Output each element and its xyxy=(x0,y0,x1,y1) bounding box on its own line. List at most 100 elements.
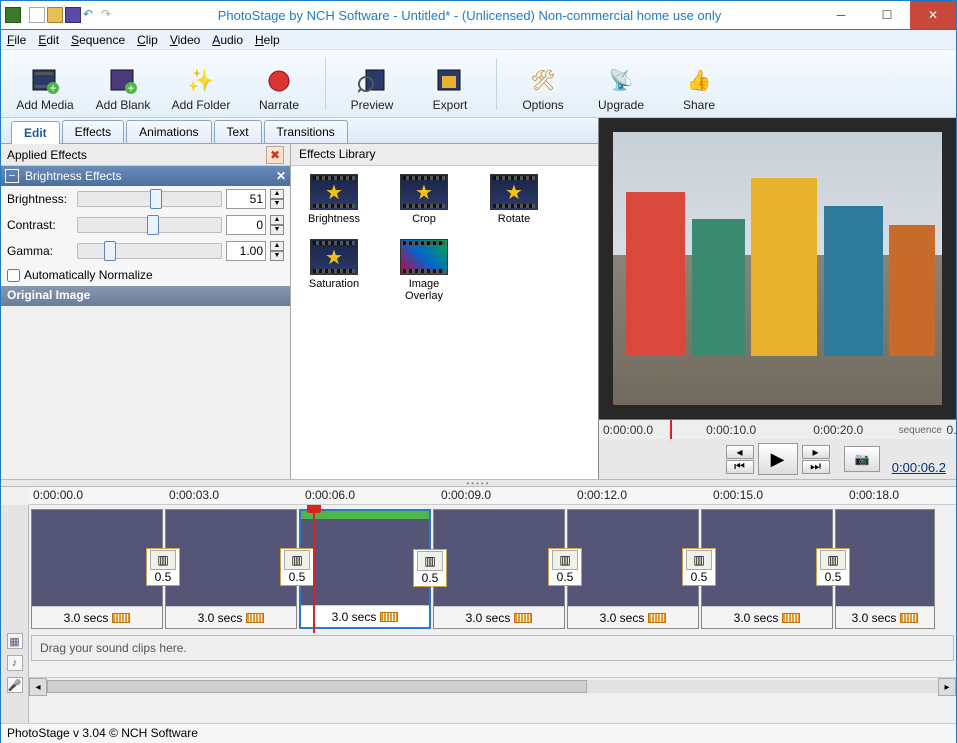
timeline-clip[interactable]: 3.0 secs▥0.5 xyxy=(165,509,297,629)
timeline-clip[interactable]: 3.0 secs▥0.5 xyxy=(433,509,565,629)
options-button[interactable]: 🛠Options xyxy=(507,56,579,112)
timeline-clip-selected[interactable]: 3.0 secs▥0.5 xyxy=(299,509,431,629)
menu-file[interactable]: File xyxy=(7,33,26,47)
transition-badge[interactable]: ▥0.5 xyxy=(280,548,314,586)
clip-duration: 3.0 secs xyxy=(734,611,779,625)
original-image-header[interactable]: Original Image xyxy=(1,286,290,306)
snapshot-button[interactable]: 📷 xyxy=(844,446,880,472)
audio-track[interactable]: Drag your sound clips here. xyxy=(31,635,954,661)
add-media-button[interactable]: +Add Media xyxy=(9,56,81,112)
splitter-handle[interactable]: ••••• xyxy=(1,479,956,487)
undo-icon[interactable]: ↶ xyxy=(83,7,99,23)
timeline-ruler[interactable]: 0:00:00.0 0:00:03.0 0:00:06.0 0:00:09.0 … xyxy=(29,487,956,505)
gamma-value[interactable]: 1.00 xyxy=(226,241,266,261)
tab-effects[interactable]: Effects xyxy=(62,120,124,143)
transition-badge[interactable]: ▥0.5 xyxy=(413,549,447,587)
narrate-button[interactable]: Narrate xyxy=(243,56,315,112)
panel-tabs: Edit Effects Animations Text Transitions xyxy=(1,118,598,144)
tab-animations[interactable]: Animations xyxy=(126,120,211,143)
open-icon[interactable] xyxy=(47,7,63,23)
timeline-clip[interactable]: 3.0 secs▥0.5 xyxy=(31,509,163,629)
auto-normalize-checkbox[interactable] xyxy=(7,269,20,282)
preview-video[interactable] xyxy=(613,132,942,405)
save-icon[interactable] xyxy=(65,7,81,23)
close-button[interactable]: ✕ xyxy=(910,1,956,29)
brightness-row: Brightness: 51 ▲▼ xyxy=(1,186,290,212)
redo-icon[interactable]: ↷ xyxy=(101,7,117,23)
menu-audio[interactable]: Audio xyxy=(212,33,243,47)
gamma-label: Gamma: xyxy=(7,244,73,258)
prev-frame-button[interactable]: ◂ xyxy=(726,445,754,459)
scroll-right-button[interactable]: ▸ xyxy=(938,678,956,696)
export-button[interactable]: Export xyxy=(414,56,486,112)
collapse-icon[interactable]: − xyxy=(5,169,19,183)
video-track-icon[interactable]: ▦ xyxy=(7,633,23,649)
transition-badge[interactable]: ▥0.5 xyxy=(548,548,582,586)
effect-crop[interactable]: ★Crop xyxy=(389,174,459,225)
transition-icon: ▥ xyxy=(552,550,578,570)
next-frame-button[interactable]: ▸ xyxy=(802,445,830,459)
last-frame-button[interactable]: ⏭ xyxy=(802,460,830,474)
gamma-slider[interactable] xyxy=(77,243,222,259)
status-text: PhotoStage v 3.04 © NCH Software xyxy=(7,726,198,740)
minimize-button[interactable]: ─ xyxy=(818,1,864,29)
menu-edit[interactable]: Edit xyxy=(38,33,59,47)
transition-badge[interactable]: ▥0.5 xyxy=(146,548,180,586)
tab-transitions[interactable]: Transitions xyxy=(264,120,348,143)
timeline-clip[interactable]: 3.0 secs▥0.5 xyxy=(701,509,833,629)
contrast-value[interactable]: 0 xyxy=(226,215,266,235)
timeline-clip[interactable]: 3.0 secs xyxy=(835,509,935,629)
clip-thumbnail xyxy=(301,511,429,605)
brightness-value[interactable]: 51 xyxy=(226,189,266,209)
tl-tick: 0:00:06.0 xyxy=(305,488,355,502)
tab-text[interactable]: Text xyxy=(214,120,262,143)
tab-edit[interactable]: Edit xyxy=(11,121,60,144)
transition-duration: 0.5 xyxy=(825,570,842,584)
maximize-button[interactable]: ☐ xyxy=(864,1,910,29)
first-frame-button[interactable]: ⏮ xyxy=(726,460,754,474)
audio-track-icon[interactable]: ♪ xyxy=(7,655,23,671)
effect-brightness[interactable]: ★Brightness xyxy=(299,174,369,225)
clip-thumbnail xyxy=(434,510,564,606)
remove-effect-button[interactable]: ✖ xyxy=(266,146,284,164)
share-button[interactable]: 👍Share xyxy=(663,56,735,112)
scroll-thumb[interactable] xyxy=(47,680,587,693)
menu-video[interactable]: Video xyxy=(170,33,200,47)
timeline-playhead[interactable] xyxy=(313,505,315,633)
brightness-slider[interactable] xyxy=(77,191,222,207)
effect-rotate[interactable]: ★Rotate xyxy=(479,174,549,225)
effect-saturation[interactable]: ★Saturation xyxy=(299,239,369,302)
brightness-spinner[interactable]: ▲▼ xyxy=(270,189,284,209)
transition-badge[interactable]: ▥0.5 xyxy=(682,548,716,586)
contrast-slider[interactable] xyxy=(77,217,222,233)
scroll-left-button[interactable]: ◂ xyxy=(29,678,47,696)
upgrade-icon: 📡 xyxy=(606,66,636,96)
timeline-clip[interactable]: 3.0 secs▥0.5 xyxy=(567,509,699,629)
play-button[interactable]: ▶ xyxy=(758,443,798,475)
toolbar-separator xyxy=(496,58,497,110)
new-icon[interactable] xyxy=(29,7,45,23)
transition-duration: 0.5 xyxy=(155,570,172,584)
timeline-scrollbar[interactable]: ◂ ▸ xyxy=(29,677,956,695)
export-icon xyxy=(435,66,465,96)
share-icon: 👍 xyxy=(684,66,714,96)
add-blank-button[interactable]: +Add Blank xyxy=(87,56,159,112)
menu-help[interactable]: Help xyxy=(255,33,280,47)
contrast-spinner[interactable]: ▲▼ xyxy=(270,215,284,235)
upgrade-button[interactable]: 📡Upgrade xyxy=(585,56,657,112)
video-track[interactable]: 3.0 secs▥0.5 3.0 secs▥0.5 3.0 secs▥0.5 3… xyxy=(29,505,956,633)
effect-image-overlay[interactable]: Image Overlay xyxy=(389,239,459,302)
preview-button[interactable]: Preview xyxy=(336,56,408,112)
add-folder-button[interactable]: ✨Add Folder xyxy=(165,56,237,112)
effect-close-button[interactable]: ✕ xyxy=(276,169,286,183)
clip-thumbnail xyxy=(166,510,296,606)
gamma-spinner[interactable]: ▲▼ xyxy=(270,241,284,261)
transition-badge[interactable]: ▥0.5 xyxy=(816,548,850,586)
preview-controls: sequence ◂ ⏮ ▶ ▸ ⏭ 📷 0:00:06.2 xyxy=(599,439,956,479)
menu-sequence[interactable]: Sequence xyxy=(71,33,125,47)
menu-clip[interactable]: Clip xyxy=(137,33,158,47)
preview-playhead[interactable] xyxy=(670,420,672,439)
mic-track-icon[interactable]: 🎤 xyxy=(7,677,23,693)
brightness-effect-header[interactable]: − Brightness Effects ✕ xyxy=(1,166,290,186)
preview-time[interactable]: 0:00:06.2 xyxy=(892,460,946,475)
